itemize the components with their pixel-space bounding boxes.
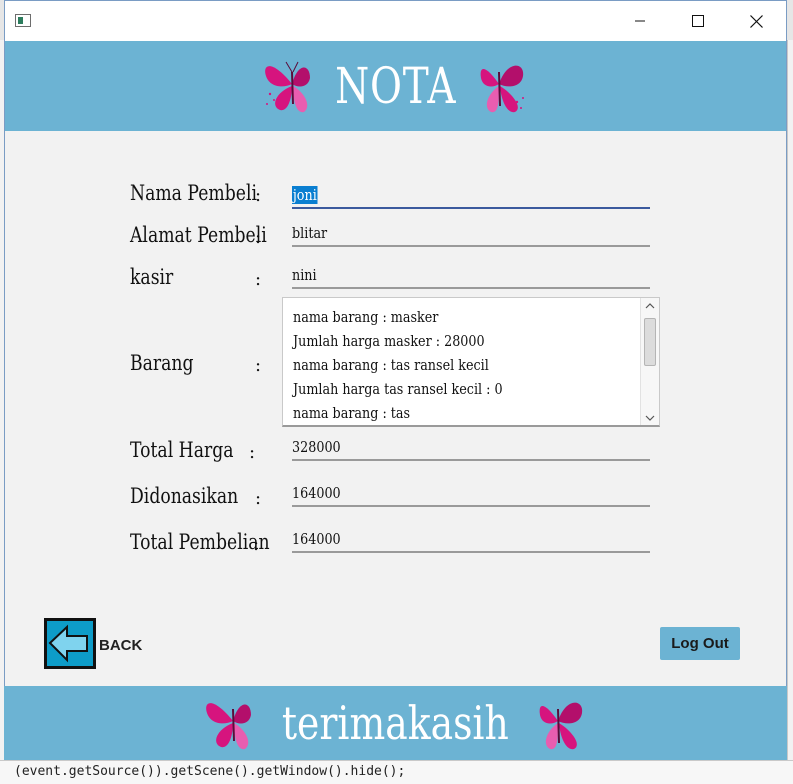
kasir-colon: :	[255, 269, 262, 290]
barang-line: nama barang : tas	[293, 404, 411, 422]
didonasikan-colon: :	[255, 488, 262, 509]
barang-line: nama barang : masker	[293, 308, 439, 326]
back-button[interactable]	[44, 618, 96, 669]
close-icon	[749, 14, 763, 28]
kasir-value: nini	[292, 266, 317, 284]
total-harga-value: 328000	[292, 438, 341, 456]
barang-line: Jumlah harga tas ransel kecil : 0	[293, 380, 503, 398]
total-pembelian-colon: :	[253, 534, 260, 555]
didonasikan-label: Didonasikan	[130, 484, 239, 508]
alamat-pembeli-colon: :	[255, 227, 262, 248]
barang-scrollbar[interactable]	[640, 298, 659, 425]
kasir-field[interactable]: nini	[292, 263, 650, 289]
total-harga-colon: :	[249, 442, 256, 463]
total-harga-label: Total Harga	[130, 438, 234, 462]
barang-textarea[interactable]: nama barang : masker Jumlah harga masker…	[282, 297, 660, 427]
footer-text: terimakasih	[282, 696, 509, 750]
barang-line: nama barang : tas ransel kecil	[293, 356, 489, 374]
butterfly-icon	[206, 703, 252, 750]
alamat-pembeli-field[interactable]: blitar	[292, 221, 650, 247]
logout-button[interactable]: Log Out	[660, 627, 740, 660]
total-pembelian-field[interactable]: 164000	[292, 527, 650, 553]
background-ide-right	[787, 40, 793, 760]
total-pembelian-value: 164000	[292, 530, 341, 548]
page-title: NOTA	[334, 57, 457, 115]
butterfly-icon	[264, 61, 310, 113]
total-harga-field[interactable]: 328000	[292, 435, 650, 461]
maximize-button[interactable]	[669, 1, 727, 41]
back-label[interactable]: BACK	[99, 637, 142, 654]
butterfly-icon	[480, 65, 525, 113]
scrollbar-thumb[interactable]	[644, 318, 656, 366]
background-code-editor: (event.getSource()).getScene().getWindow…	[0, 760, 793, 784]
barang-label: Barang	[130, 351, 194, 375]
didonasikan-value: 164000	[292, 484, 341, 502]
alamat-pembeli-label: Alamat Pembeli	[130, 223, 267, 247]
nama-pembeli-value: joni	[292, 186, 318, 204]
minimize-icon	[635, 20, 645, 22]
total-pembelian-label: Total Pembelian	[130, 530, 270, 554]
barang-line: Jumlah harga masker : 28000	[293, 332, 485, 350]
scroll-down-icon[interactable]	[641, 410, 659, 425]
nama-pembeli-label: Nama Pembeli	[130, 181, 257, 205]
back-arrow-icon	[48, 624, 88, 663]
app-icon	[15, 14, 31, 27]
minimize-button[interactable]	[611, 1, 669, 41]
background-code-line: (event.getSource()).getScene().getWindow…	[14, 764, 406, 779]
kasir-label: kasir	[130, 265, 174, 289]
close-button[interactable]	[727, 1, 785, 41]
nama-pembeli-field[interactable]: joni	[292, 183, 650, 209]
didonasikan-field[interactable]: 164000	[292, 481, 650, 507]
butterfly-icon	[539, 702, 582, 750]
title-bar	[5, 1, 786, 41]
maximize-icon	[692, 15, 704, 27]
footer-banner: terimakasih	[4, 686, 787, 760]
nota-window: NOTA Nama Pembeli : joni Alamat Pembeli …	[4, 0, 787, 713]
header-banner: NOTA	[5, 41, 786, 131]
scroll-up-icon[interactable]	[641, 298, 659, 314]
barang-colon: :	[255, 355, 262, 376]
nama-pembeli-colon: :	[255, 185, 262, 206]
alamat-pembeli-value: blitar	[292, 224, 328, 242]
